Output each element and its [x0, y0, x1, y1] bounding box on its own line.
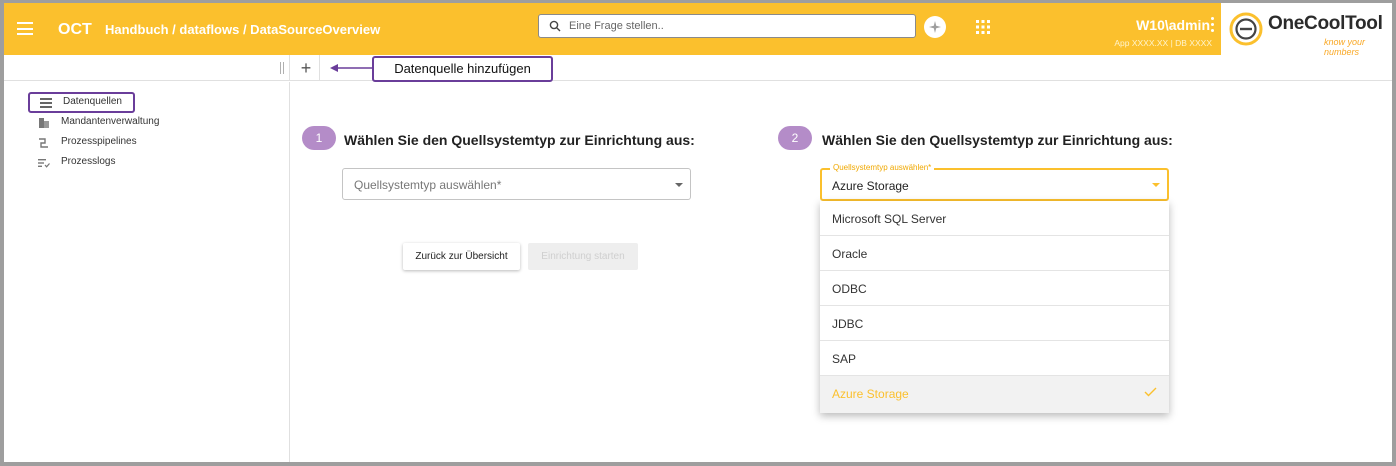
toolbar-divider [319, 55, 320, 81]
step-badge-2: 2 [778, 126, 812, 150]
list-icon [40, 98, 52, 108]
back-to-overview-button[interactable]: Zurück zur Übersicht [403, 243, 520, 270]
building-icon [39, 118, 49, 128]
option-jdbc[interactable]: JDBC [820, 306, 1169, 341]
source-type-dropdown: Microsoft SQL Server Oracle ODBC JDBC SA… [820, 201, 1169, 413]
app-window: OCT Handbuch / dataflows / DataSourceOve… [4, 3, 1392, 462]
apps-grid-icon[interactable] [976, 20, 990, 34]
annotation-callout: Datenquelle hinzufügen [372, 56, 553, 82]
logo-text: OneCoolTool [1268, 13, 1383, 34]
user-name[interactable]: W10\admin [1136, 17, 1210, 33]
search-box[interactable] [538, 14, 916, 38]
breadcrumb: Handbuch / dataflows / DataSourceOvervie… [105, 22, 381, 37]
checkmark-icon [1144, 387, 1157, 397]
source-type-select-open[interactable]: Quellsystemtyp auswählen* Azure Storage [820, 163, 1169, 201]
option-sap[interactable]: SAP [820, 341, 1169, 376]
sidebar-item-label: Prozesslogs [61, 156, 116, 167]
option-oracle[interactable]: Oracle [820, 236, 1169, 271]
hamburger-menu-icon[interactable] [17, 22, 33, 35]
start-setup-button[interactable]: Einrichtung starten [528, 243, 638, 270]
sidebar: Datenquellen Mandantenverwaltung Prozess… [4, 82, 290, 462]
option-mssql[interactable]: Microsoft SQL Server [820, 201, 1169, 236]
panel-resize-handle[interactable] [280, 62, 286, 74]
logo-tagline: know your numbers [1324, 37, 1366, 57]
logo: OneCoolTool know your numbers [1221, 3, 1392, 57]
step-badge-1: 1 [302, 126, 336, 150]
logo-mark-icon [1229, 12, 1263, 46]
option-label: JDBC [832, 317, 864, 331]
select-value: Azure Storage [832, 179, 909, 193]
option-label: Oracle [832, 247, 868, 261]
select-floating-label: Quellsystemtyp auswählen* [830, 163, 935, 172]
step-title-1: Wählen Sie den Quellsystemtyp zur Einric… [344, 132, 695, 148]
option-odbc[interactable]: ODBC [820, 271, 1169, 306]
pipeline-icon [39, 138, 48, 148]
dropdown-arrow-icon [675, 183, 683, 187]
option-azure-storage[interactable]: Azure Storage [820, 376, 1169, 413]
sidebar-item-label: Datenquellen [63, 96, 122, 107]
sparkle-icon [929, 21, 941, 33]
sidebar-item-label: Mandantenverwaltung [61, 116, 160, 127]
option-label: SAP [832, 352, 857, 366]
dropdown-arrow-icon [1152, 183, 1160, 187]
option-label: Azure Storage [832, 387, 909, 401]
top-bar: OCT Handbuch / dataflows / DataSourceOve… [4, 3, 1392, 57]
option-label: ODBC [832, 282, 867, 296]
app-version-info: App XXXX.XX | DB XXXX [1114, 38, 1212, 48]
source-type-select[interactable]: Quellsystemtyp auswählen* [342, 168, 691, 200]
log-list-icon [38, 159, 50, 168]
add-datasource-button[interactable]: + [296, 58, 316, 78]
toolbar-divider [289, 55, 290, 81]
toolbar: + Datenquelle hinzufügen [4, 55, 1392, 82]
ai-assistant-button[interactable] [924, 16, 946, 38]
search-icon [549, 20, 561, 32]
step-title-2: Wählen Sie den Quellsystemtyp zur Einric… [822, 132, 1173, 148]
app-name[interactable]: OCT [58, 21, 92, 39]
option-label: Microsoft SQL Server [832, 212, 947, 226]
select-placeholder: Quellsystemtyp auswählen* [354, 178, 502, 192]
sidebar-item-datenquellen[interactable]: Datenquellen [28, 92, 135, 113]
annotation-arrow-icon [330, 64, 374, 72]
more-options-icon[interactable] [1211, 17, 1215, 33]
sidebar-item-label: Prozesspipelines [61, 136, 137, 147]
search-input[interactable] [569, 17, 899, 35]
